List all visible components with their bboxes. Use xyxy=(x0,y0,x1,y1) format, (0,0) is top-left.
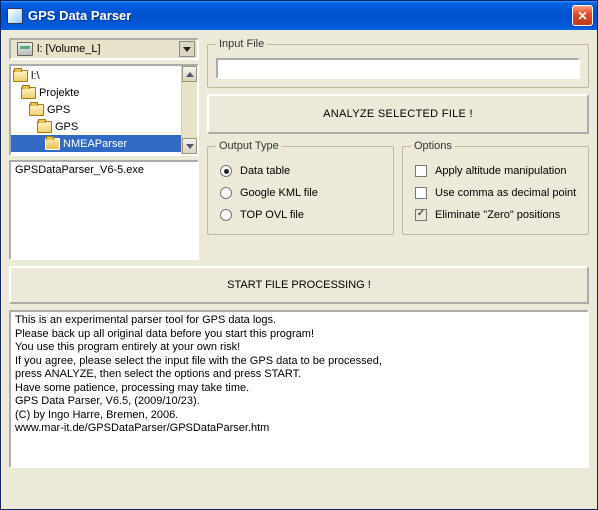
tree-item-label: GPS xyxy=(55,121,78,133)
chevron-down-icon[interactable] xyxy=(179,41,195,57)
tree-item[interactable]: GPS xyxy=(11,101,197,118)
app-icon xyxy=(7,8,23,24)
file-list[interactable]: GPSDataParser_V6-5.exe xyxy=(9,160,199,260)
tree-item[interactable]: Projekte xyxy=(11,84,197,101)
input-file-field[interactable] xyxy=(216,58,580,79)
folder-icon xyxy=(21,87,36,99)
log-line: Please back up all original data before … xyxy=(15,328,583,342)
drive-combo[interactable]: l: [Volume_L] xyxy=(9,38,199,60)
options-group: Options Apply altitude manipulation Use c… xyxy=(402,140,589,235)
output-type-option[interactable]: Google KML file xyxy=(216,182,385,204)
log-line: (C) by Ingo Harre, Bremen, 2006. xyxy=(15,409,583,423)
checkbox-icon xyxy=(415,187,427,199)
window-title: GPS Data Parser xyxy=(28,8,572,23)
tree-item-label: NMEAParser xyxy=(63,138,127,150)
tree-item[interactable]: GPS xyxy=(11,118,197,135)
log-line: Have some patience, processing may take … xyxy=(15,382,583,396)
output-type-option[interactable]: Data table xyxy=(216,160,385,182)
analyze-button-label: ANALYZE SELECTED FILE ! xyxy=(323,108,473,120)
folder-icon xyxy=(29,104,44,116)
start-button-label: START FILE PROCESSING ! xyxy=(227,279,371,291)
folder-icon xyxy=(37,121,52,133)
folder-tree[interactable]: l:\ Projekte GPS GPS NMEAParser xyxy=(9,64,199,156)
input-file-group: Input File xyxy=(207,38,589,88)
output-type-legend: Output Type xyxy=(216,140,282,152)
option-checkbox[interactable]: Use comma as decimal point xyxy=(411,182,580,204)
folder-icon xyxy=(45,138,60,150)
analyze-button[interactable]: ANALYZE SELECTED FILE ! xyxy=(207,94,589,134)
drive-label: l: [Volume_L] xyxy=(37,43,179,55)
tree-item-label: l:\ xyxy=(31,70,40,82)
checkbox-icon xyxy=(415,209,427,221)
option-checkbox[interactable]: Eliminate "Zero" positions xyxy=(411,204,580,226)
log-output[interactable]: This is an experimental parser tool for … xyxy=(9,310,589,468)
output-type-group: Output Type Data table Google KML file TOP… xyxy=(207,140,394,235)
log-line: press ANALYZE, then select the options a… xyxy=(15,368,583,382)
log-line: This is an experimental parser tool for … xyxy=(15,314,583,328)
option-checkbox[interactable]: Apply altitude manipulation xyxy=(411,160,580,182)
log-line: GPS Data Parser, V6.5, (2009/10/23). xyxy=(15,395,583,409)
tree-item-label: GPS xyxy=(47,104,70,116)
log-line: www.mar-it.de/GPSDataParser/GPSDataParse… xyxy=(15,422,583,436)
radio-icon xyxy=(220,165,232,177)
list-item[interactable]: GPSDataParser_V6-5.exe xyxy=(15,164,193,176)
drive-icon xyxy=(17,42,33,56)
radio-label: Google KML file xyxy=(240,187,318,199)
log-line: You use this program entirely at your ow… xyxy=(15,341,583,355)
checkbox-label: Use comma as decimal point xyxy=(435,187,576,199)
checkbox-label: Apply altitude manipulation xyxy=(435,165,566,177)
close-icon: ✕ xyxy=(577,9,587,23)
radio-label: Data table xyxy=(240,165,290,177)
tree-scrollbar[interactable] xyxy=(181,66,197,154)
folder-icon xyxy=(13,70,28,82)
tree-item[interactable]: l:\ xyxy=(11,67,197,84)
scroll-up-icon[interactable] xyxy=(182,66,197,82)
input-file-legend: Input File xyxy=(216,38,267,50)
scroll-down-icon[interactable] xyxy=(182,138,197,154)
tree-item-label: Projekte xyxy=(39,87,79,99)
start-button[interactable]: START FILE PROCESSING ! xyxy=(9,266,589,304)
close-button[interactable]: ✕ xyxy=(572,5,593,26)
checkbox-label: Eliminate "Zero" positions xyxy=(435,209,560,221)
radio-icon xyxy=(220,187,232,199)
log-line: If you agree, please select the input fi… xyxy=(15,355,583,369)
radio-icon xyxy=(220,209,232,221)
title-bar: GPS Data Parser ✕ xyxy=(1,1,597,30)
options-legend: Options xyxy=(411,140,455,152)
output-type-option[interactable]: TOP OVL file xyxy=(216,204,385,226)
checkbox-icon xyxy=(415,165,427,177)
tree-item[interactable]: NMEAParser xyxy=(11,135,181,152)
radio-label: TOP OVL file xyxy=(240,209,304,221)
